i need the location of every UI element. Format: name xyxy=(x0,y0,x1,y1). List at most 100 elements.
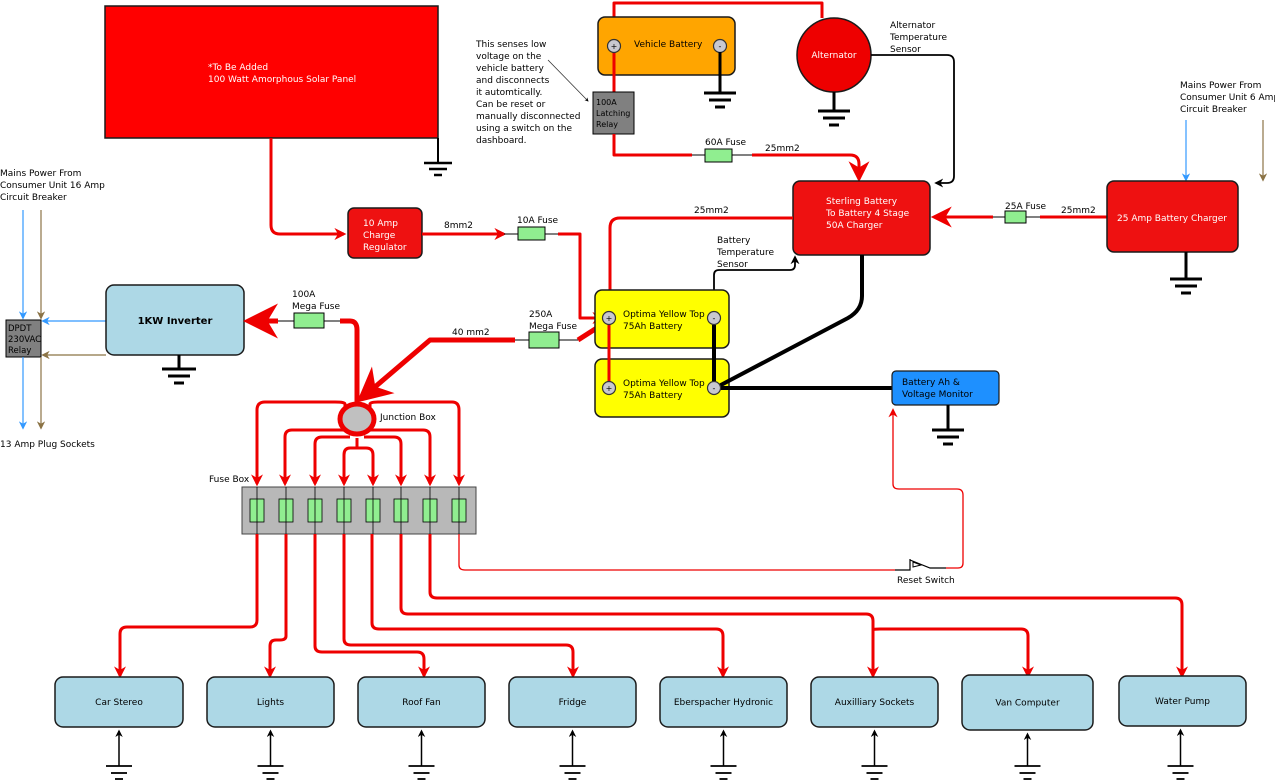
fuse-250a xyxy=(528,331,560,349)
alt-temp-sensor-wire xyxy=(871,54,955,188)
mains-right-label-1: Mains Power From xyxy=(1180,81,1261,91)
fuse-25a xyxy=(1004,210,1027,224)
fuse-250a-label-1: 250A xyxy=(529,310,553,320)
svg-text:+: + xyxy=(606,314,613,323)
batt-sensor-label-1: Battery xyxy=(717,236,751,246)
solar-panel: *To Be Added 100 Watt Amorphous Solar Pa… xyxy=(104,5,439,139)
svg-text:-: - xyxy=(713,384,716,393)
ground-icon xyxy=(559,729,586,780)
wire-solar-to-regulator xyxy=(269,138,347,240)
load-eberspacher-hydronic: Eberspacher Hydronic xyxy=(659,676,788,780)
load-auxilliary-sockets: Auxilliary Sockets xyxy=(810,676,939,780)
relay-note-5: it automtically. xyxy=(476,88,542,98)
regulator-label-3: Regulator xyxy=(363,243,407,253)
fuse-250a-label-2: Mega Fuse xyxy=(529,322,577,332)
wire-fuse60-to-sterling xyxy=(752,153,870,183)
fuse-60a xyxy=(704,148,733,163)
dpdt-relay: DPDT 230VAC Relay xyxy=(5,319,42,358)
relay-note-6: Can be reset or xyxy=(476,100,546,110)
junction-box-label: Junction Box xyxy=(379,413,437,423)
fuse-box-label: Fuse Box xyxy=(209,475,250,485)
svg-text:+: + xyxy=(611,42,618,51)
terminal-positive-icon: + xyxy=(606,38,622,54)
terminal-negative-icon: - xyxy=(706,310,722,326)
load-water-pump: Water Pump xyxy=(1118,675,1247,780)
solar-panel-label: 100 Watt Amorphous Solar Panel xyxy=(208,75,356,85)
inverter: 1KW Inverter xyxy=(105,284,245,356)
sterling-label-3: 50A Charger xyxy=(826,221,883,231)
terminal-positive-icon: + xyxy=(601,380,617,396)
mains-right-label-3: Circuit Breaker xyxy=(1180,105,1247,115)
solar-panel-note: *To Be Added xyxy=(208,63,268,73)
svg-text:-: - xyxy=(719,42,722,51)
leisure-battery-1-label-1: Optima Yellow Top xyxy=(623,310,705,320)
sterling-label-1: Sterling Battery xyxy=(826,197,898,207)
mains-left-label-2: Consumer Unit 16 Amp xyxy=(0,181,105,191)
load-label: Lights xyxy=(257,698,284,708)
alternator-label: Alternator xyxy=(811,51,857,61)
mains-left-label-3: Circuit Breaker xyxy=(0,193,67,203)
wire-junction-to-inverter-fuse xyxy=(340,318,360,402)
wire-label-40mm: 40 mm2 xyxy=(452,328,490,338)
charger-25a-label: 25 Amp Battery Charger xyxy=(1117,214,1227,224)
relay-label-3: Relay xyxy=(8,346,31,356)
load-label: Van Computer xyxy=(995,699,1060,709)
load-van-computer: Van Computer xyxy=(961,674,1094,780)
load-label: Roof Fan xyxy=(402,698,440,708)
latching-relay-label-2: Latching xyxy=(596,109,630,118)
alt-sensor-label-2: Temperature xyxy=(889,33,947,43)
reset-switch[interactable] xyxy=(895,559,946,571)
load-fridge: Fridge xyxy=(508,676,637,780)
note-pointer-arrow xyxy=(547,59,589,102)
ground-icon xyxy=(710,729,737,780)
load-label: Fridge xyxy=(559,698,587,708)
wire-fuse-to-reset-switch xyxy=(458,534,895,571)
ground-icon xyxy=(861,729,888,780)
relay-note-4: and disconnects xyxy=(476,76,550,86)
alternator: Alternator xyxy=(796,17,872,93)
leisure-battery-1-label-2: 75Ah Battery xyxy=(623,322,683,332)
junction-box xyxy=(337,401,377,437)
regulator-label-2: Charge xyxy=(363,231,396,241)
charge-regulator: 10 Amp Charge Regulator xyxy=(347,207,423,259)
alt-sensor-label-3: Sensor xyxy=(890,45,921,55)
wire-40mm-to-junction xyxy=(356,337,515,403)
vehicle-battery-label: Vehicle Battery xyxy=(634,40,703,50)
load-label: Car Stereo xyxy=(95,698,143,708)
wiring-diagram: *To Be Added 100 Watt Amorphous Solar Pa… xyxy=(0,1,1275,780)
ground-icon xyxy=(106,729,132,780)
relay-note-3: vehicle battery xyxy=(476,64,544,74)
sterling-charger: Sterling Battery To Battery 4 Stage 50A … xyxy=(792,180,931,256)
relay-note-1: This senses low xyxy=(475,40,546,50)
relay-note-2: voltage on the xyxy=(476,52,542,62)
fuse-100a xyxy=(293,312,325,329)
battery-charger-25a: 25 Amp Battery Charger xyxy=(1106,180,1239,253)
monitor-label-2: Voltage Monitor xyxy=(902,390,973,400)
alt-sensor-label-1: Alternator xyxy=(890,21,936,31)
leisure-battery-2-label-1: Optima Yellow Top xyxy=(623,379,705,389)
mains-right-label-2: Consumer Unit 6 Amp xyxy=(1180,93,1275,103)
load-label: Auxilliary Sockets xyxy=(835,698,915,708)
fuse-10a-label: 10A Fuse xyxy=(517,216,559,226)
wire-label-25mm-left: 25mm2 xyxy=(694,206,729,216)
terminal-positive-icon: + xyxy=(601,310,617,326)
ground-icon xyxy=(408,729,435,780)
inverter-label: 1KW Inverter xyxy=(138,316,213,327)
svg-text:-: - xyxy=(713,314,716,323)
wire-label-25mm-top: 25mm2 xyxy=(765,144,800,154)
terminal-negative-icon: - xyxy=(712,38,728,54)
wire-label-25mm-right: 25mm2 xyxy=(1061,206,1096,216)
load-lights: Lights xyxy=(206,676,335,780)
wire-battery-neg-to-sterling xyxy=(718,255,864,388)
sterling-label-2: To Battery 4 Stage xyxy=(825,209,910,219)
ground-icon xyxy=(1014,732,1041,780)
fuse-box xyxy=(241,486,477,535)
fuse-100a-label-2: Mega Fuse xyxy=(292,302,340,312)
fuse-10a xyxy=(517,226,546,241)
wire-reset-to-monitor xyxy=(888,408,964,569)
relay-note-7: manually disconnected xyxy=(476,112,580,122)
latching-relay: 100A Latching Relay xyxy=(592,91,635,135)
ground-icon xyxy=(1167,728,1194,780)
ground-icon xyxy=(257,729,284,780)
latching-relay-label-1: 100A xyxy=(596,98,617,107)
